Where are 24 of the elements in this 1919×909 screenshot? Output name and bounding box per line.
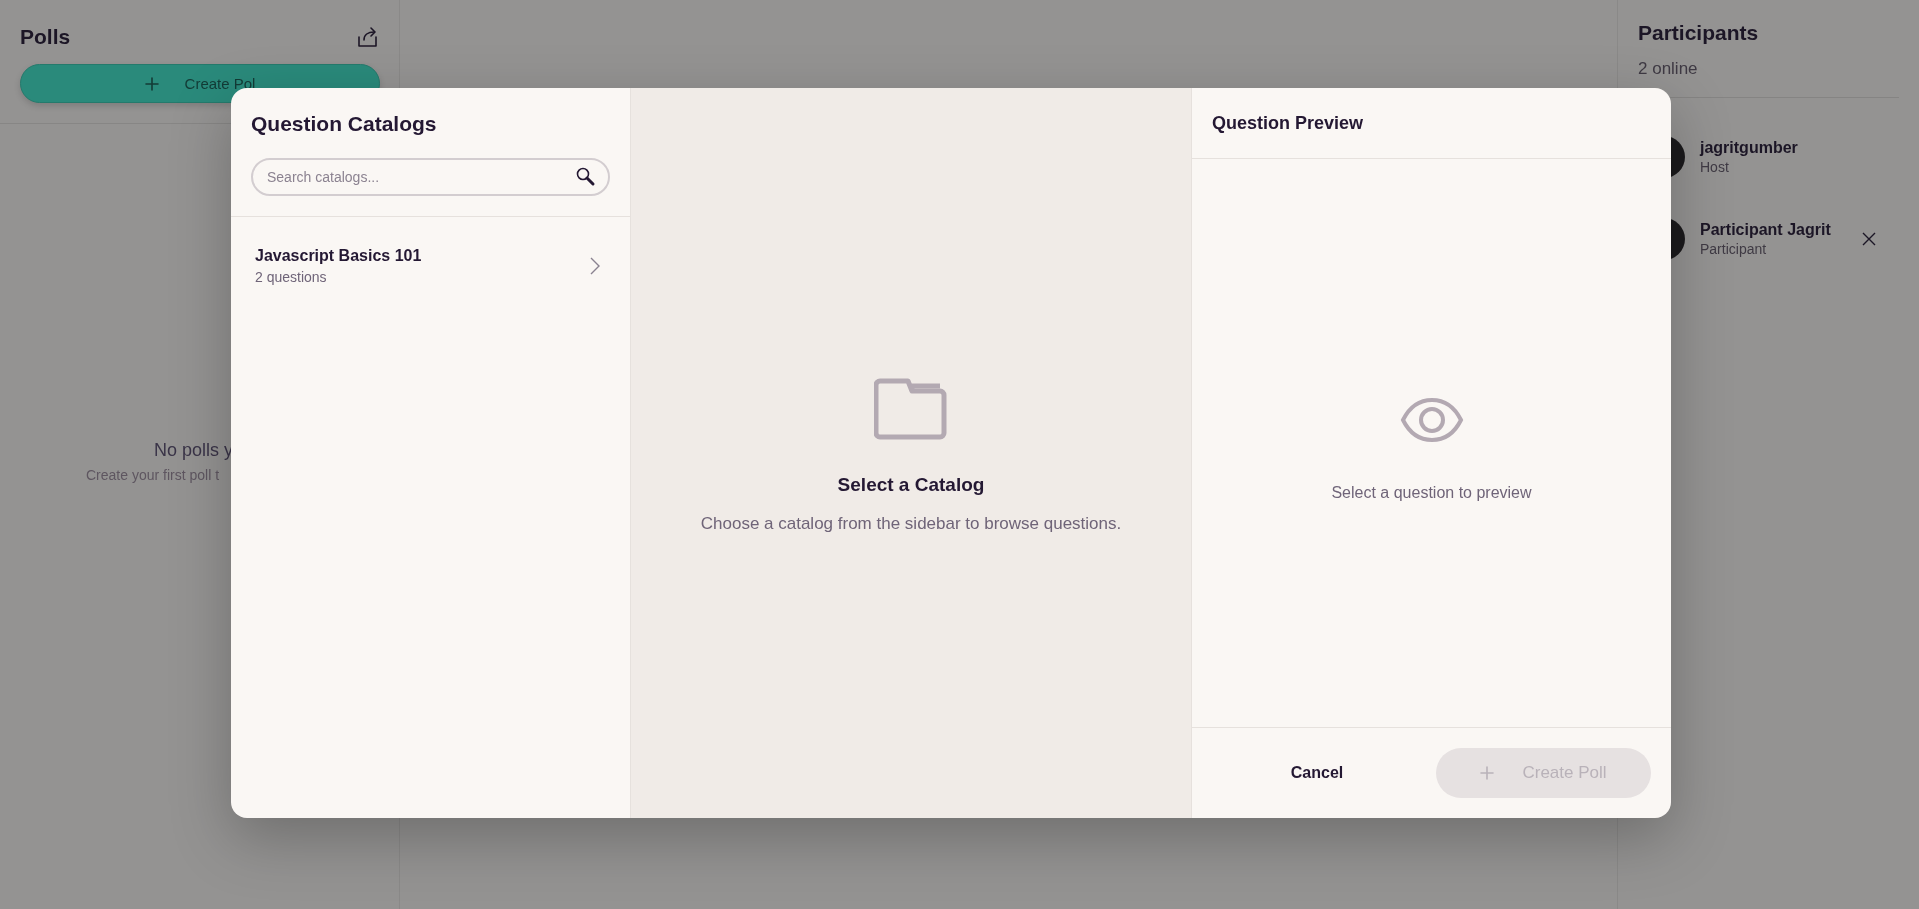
eye-icon xyxy=(1399,396,1464,444)
catalog-item[interactable]: Javascript Basics 101 2 questions xyxy=(231,217,630,285)
participant-role: Host xyxy=(1700,159,1730,175)
participant-name: Participant Jagrit xyxy=(1700,221,1831,239)
chevron-right-icon xyxy=(590,257,600,275)
close-icon[interactable] xyxy=(1861,232,1876,246)
panel-title: Polls xyxy=(20,25,71,49)
folder-icon xyxy=(874,378,948,440)
plus-icon xyxy=(1480,766,1495,780)
dialog-title: Question Catalogs xyxy=(251,112,438,136)
empty-subtitle: Create your first poll t xyxy=(86,467,220,483)
empty-message: Choose a catalog from the sidebar to browse questions. xyxy=(700,514,1122,534)
share-icon[interactable] xyxy=(357,26,379,48)
empty-message: Select a question to preview xyxy=(1331,484,1532,502)
panel-title: Participants xyxy=(1637,20,1760,45)
empty-title: Select a Catalog xyxy=(837,474,985,496)
participant-name: jagritgumber xyxy=(1700,139,1798,157)
participant-role: Participant xyxy=(1700,241,1768,257)
panel-title: Question Preview xyxy=(1212,112,1364,134)
search-field[interactable]: Search catalogs... xyxy=(251,158,610,196)
search-icon[interactable] xyxy=(576,167,596,187)
cancel-button[interactable]: Cancel xyxy=(1252,748,1382,798)
online-count: 2 online xyxy=(1637,58,1699,79)
plus-icon xyxy=(144,76,159,91)
